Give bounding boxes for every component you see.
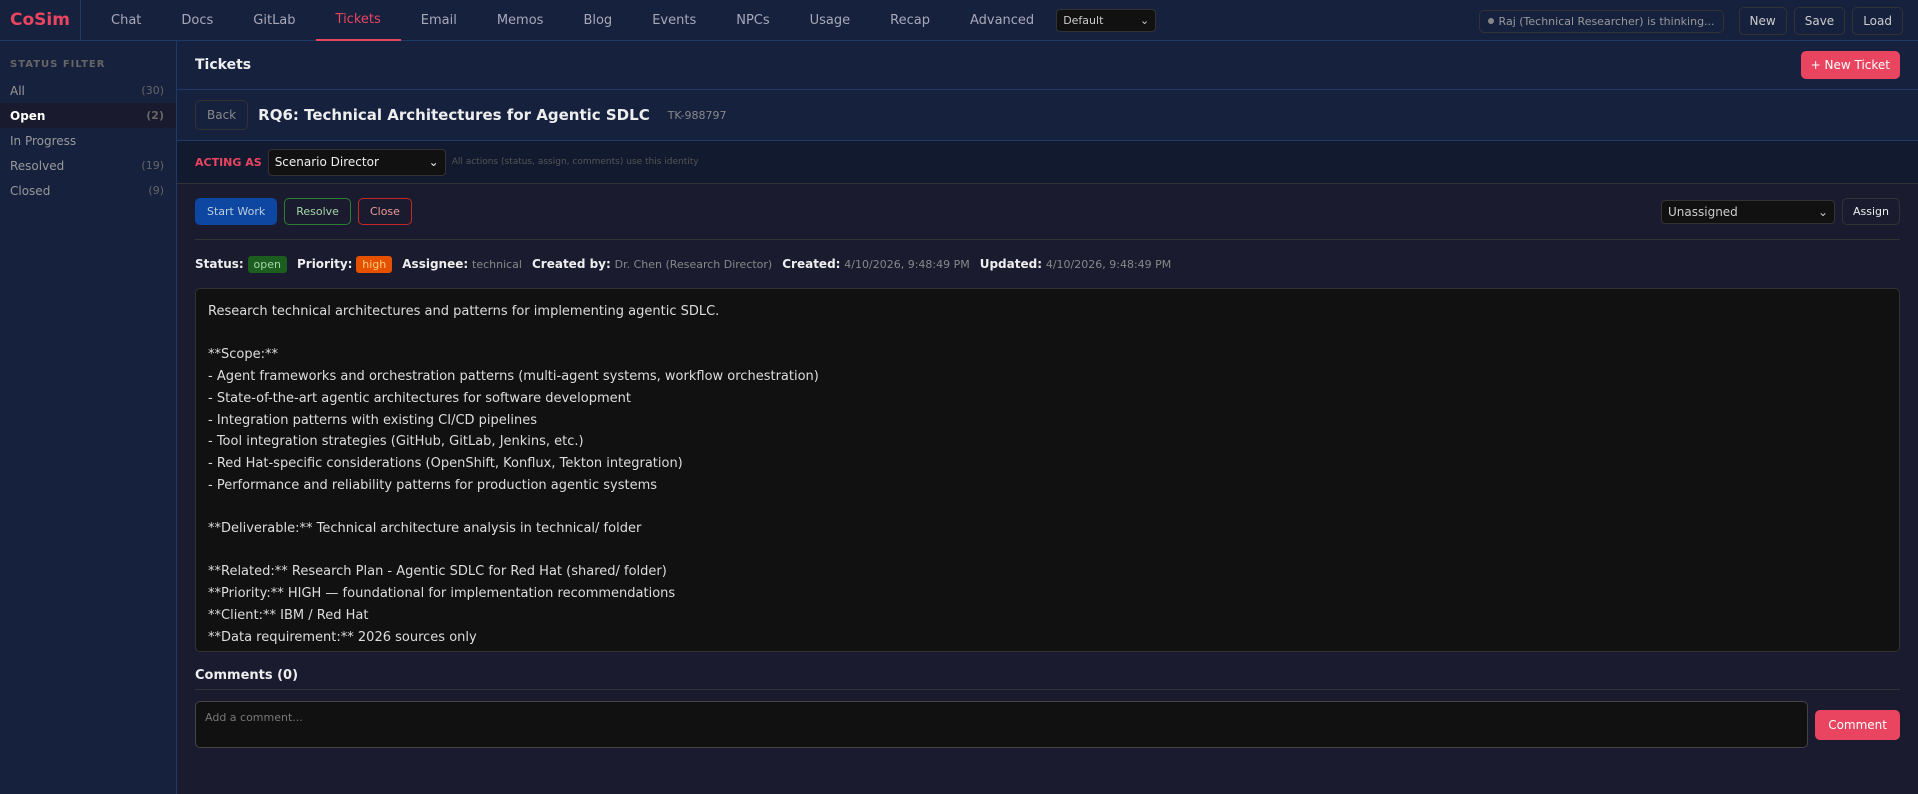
scenario-select[interactable]: Default ⌄ — [1056, 8, 1157, 32]
filter-label: Open — [10, 108, 46, 123]
top-nav: CoSim Chat Docs GitLab Tickets Email Mem… — [0, 0, 1918, 41]
comment-button[interactable]: Comment — [1815, 709, 1900, 740]
tab-usage[interactable]: Usage — [790, 0, 871, 41]
filter-in-progress[interactable]: In Progress — [0, 128, 176, 153]
filter-count: (2) — [146, 109, 164, 122]
assignee-label: Assignee: — [402, 257, 469, 271]
filter-open[interactable]: Open (2) — [0, 103, 176, 128]
tab-tickets[interactable]: Tickets — [315, 0, 401, 41]
acting-as-value: Scenario Director — [274, 155, 379, 169]
priority-badge: high — [356, 256, 393, 273]
filter-label: Resolved — [10, 158, 65, 173]
load-button[interactable]: Load — [1852, 7, 1903, 35]
tab-gitlab[interactable]: GitLab — [233, 0, 315, 41]
main-panel: Tickets + New Ticket Back RQ6: Technical… — [177, 41, 1918, 794]
tab-email[interactable]: Email — [401, 0, 477, 41]
filter-label: All — [10, 83, 25, 98]
ticket-title: RQ6: Technical Architectures for Agentic… — [258, 106, 650, 124]
chevron-down-icon: ⌄ — [1139, 13, 1150, 27]
agent-status-indicator: Raj (Technical Researcher) is thinking..… — [1478, 9, 1724, 33]
assignee-select[interactable]: Unassigned ⌄ — [1661, 199, 1835, 224]
close-button[interactable]: Close — [357, 198, 412, 225]
acting-as-select[interactable]: Scenario Director ⌄ — [267, 148, 446, 176]
comments-heading: Comments (0) — [195, 668, 1900, 690]
status-badge: open — [247, 256, 287, 273]
tab-blog[interactable]: Blog — [563, 0, 632, 41]
tab-npcs[interactable]: NPCs — [716, 0, 789, 41]
start-work-button[interactable]: Start Work — [195, 198, 278, 225]
filter-resolved[interactable]: Resolved (19) — [0, 153, 176, 178]
ticket-meta: Status: open Priority: high Assignee: te… — [195, 240, 1900, 288]
tab-chat[interactable]: Chat — [91, 0, 161, 41]
created-by-value: Dr. Chen (Research Director) — [614, 258, 773, 271]
resolve-button[interactable]: Resolve — [284, 198, 351, 225]
assign-button[interactable]: Assign — [1842, 198, 1900, 225]
created-value: 4/10/2026, 9:48:49 PM — [844, 258, 970, 271]
filter-count: (9) — [148, 184, 164, 197]
chevron-down-icon: ⌄ — [1817, 204, 1828, 219]
agent-status-text: Raj (Technical Researcher) is thinking..… — [1498, 14, 1715, 28]
assignee-select-value: Unassigned — [1668, 204, 1738, 219]
status-dot-icon — [1487, 18, 1494, 24]
filter-all[interactable]: All (30) — [0, 78, 176, 103]
ticket-actions: Start Work Resolve Close Unassigned ⌄ Ass… — [195, 184, 1900, 240]
filter-count: (30) — [141, 84, 164, 97]
ticket-id: TK-988797 — [667, 108, 727, 122]
page-header: Tickets + New Ticket — [177, 41, 1918, 90]
save-button[interactable]: Save — [1793, 7, 1846, 35]
scenario-select-value: Default — [1063, 13, 1104, 27]
acting-as-label: ACTING AS — [195, 155, 262, 169]
ticket-title-bar: Back RQ6: Technical Architectures for Ag… — [177, 90, 1918, 141]
updated-value: 4/10/2026, 9:48:49 PM — [1045, 258, 1172, 271]
acting-as-bar: ACTING AS Scenario Director ⌄ All actions… — [177, 141, 1918, 184]
filter-label: In Progress — [10, 133, 77, 148]
filter-closed[interactable]: Closed (9) — [0, 178, 176, 203]
status-label: Status: — [195, 257, 244, 271]
new-ticket-button[interactable]: + New Ticket — [1800, 51, 1900, 79]
tab-recap[interactable]: Recap — [870, 0, 950, 41]
ticket-description: Research technical architectures and pat… — [195, 288, 1900, 652]
filter-label: Closed — [10, 183, 51, 198]
chevron-down-icon: ⌄ — [428, 155, 439, 169]
page-title: Tickets — [195, 57, 252, 73]
new-button[interactable]: New — [1738, 7, 1787, 35]
tab-docs[interactable]: Docs — [161, 0, 233, 41]
status-filter-sidebar: STATUS FILTER All (30) Open (2) In Progres… — [0, 41, 177, 794]
acting-as-hint: All actions (status, assign, comments) u… — [451, 157, 699, 167]
updated-label: Updated: — [979, 257, 1043, 271]
tab-advanced[interactable]: Advanced — [950, 0, 1054, 41]
tab-memos[interactable]: Memos — [477, 0, 564, 41]
app-logo[interactable]: CoSim — [0, 0, 81, 41]
created-by-label: Created by: — [531, 257, 611, 271]
assignee-value: technical — [472, 258, 522, 271]
back-button[interactable]: Back — [195, 100, 249, 130]
created-label: Created: — [782, 257, 841, 271]
filter-count: (19) — [141, 159, 164, 172]
priority-label: Priority: — [296, 257, 353, 271]
tab-events[interactable]: Events — [632, 0, 716, 41]
comment-input[interactable]: Add a comment... — [195, 701, 1809, 748]
sidebar-heading: STATUS FILTER — [10, 59, 106, 70]
